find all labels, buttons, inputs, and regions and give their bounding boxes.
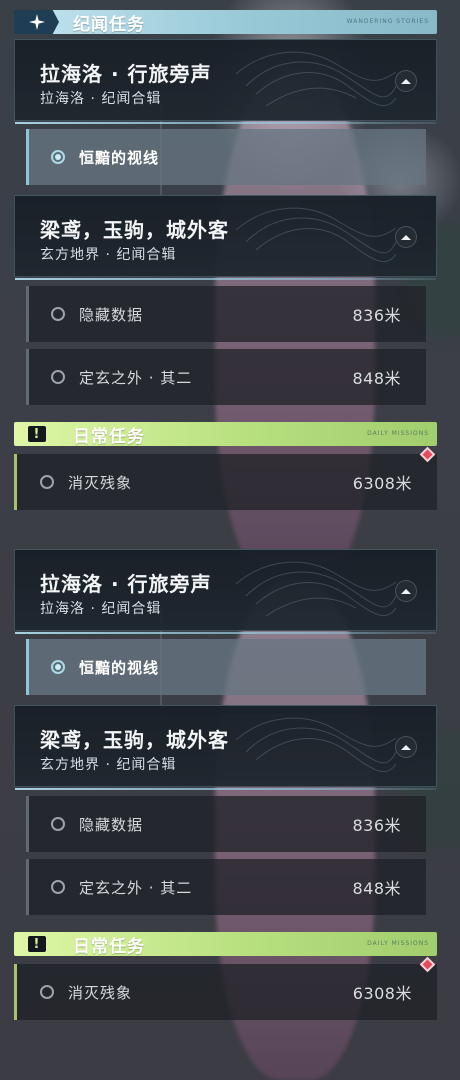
distance-text: 836米: [352, 816, 401, 835]
section-deco-text: WANDERING STORIES: [346, 18, 429, 25]
section-title: 纪闻任务: [73, 14, 145, 35]
daily-quest-item[interactable]: 消灭残象 6308米: [14, 956, 437, 1020]
distance-text: 836米: [352, 306, 401, 325]
quest-card-laihailuo[interactable]: 拉海洛 · 行旅旁声 拉海洛 · 纪闻合辑: [14, 549, 437, 634]
daily-quest-item[interactable]: 消灭残象 6308米: [14, 446, 437, 510]
radio-icon[interactable]: [51, 880, 65, 894]
quest-step-label: 消灭残象: [68, 473, 133, 492]
daily-section-header[interactable]: ! 日常任务 DAILY MISSIONS: [14, 422, 437, 447]
quest-step-item[interactable]: 隐藏数据 836米: [26, 286, 426, 342]
quest-subtitle: 玄方地界 · 纪闻合辑: [40, 247, 177, 263]
diamond-icon: [419, 446, 436, 463]
quest-card-liangyuan[interactable]: 梁鸢，玉驹，城外客 玄方地界 · 纪闻合辑: [14, 705, 437, 790]
topo-pattern: [236, 561, 396, 617]
radio-icon[interactable]: [51, 307, 65, 321]
quest-step-item[interactable]: 定玄之外 · 其二 848米: [26, 349, 426, 405]
quest-title: 拉海洛 · 行旅旁声: [40, 572, 212, 596]
chevron-up-icon[interactable]: [395, 226, 417, 248]
section-deco-text: DAILY MISSIONS: [367, 430, 429, 437]
quest-step-label: 定玄之外 · 其二: [79, 368, 193, 387]
quest-card-liangyuan[interactable]: 梁鸢，玉驹，城外客 玄方地界 · 纪闻合辑: [14, 195, 437, 280]
radio-icon[interactable]: [51, 370, 65, 384]
exclamation-icon: !: [14, 932, 59, 956]
topo-pattern: [236, 717, 396, 773]
sparkle-icon: [14, 10, 59, 34]
topo-pattern: [236, 51, 396, 107]
chevron-up-icon[interactable]: [395, 580, 417, 602]
distance-text: 848米: [352, 369, 401, 388]
quest-step-label: 隐藏数据: [79, 815, 144, 834]
quest-step-item[interactable]: 恒黯的视线: [26, 639, 426, 695]
quest-step-label: 恒黯的视线: [79, 148, 160, 167]
quest-title: 梁鸢，玉驹，城外客: [40, 218, 229, 242]
radio-icon[interactable]: [51, 817, 65, 831]
chevron-up-icon[interactable]: [395, 70, 417, 92]
quest-step-item[interactable]: 恒黯的视线: [26, 129, 426, 185]
distance-text: 848米: [352, 879, 401, 898]
section-deco-text: DAILY MISSIONS: [367, 940, 429, 947]
quest-step-label: 隐藏数据: [79, 305, 144, 324]
diamond-icon: [419, 956, 436, 973]
radio-selected-icon[interactable]: [51, 150, 65, 164]
daily-section-header[interactable]: ! 日常任务 DAILY MISSIONS: [14, 932, 437, 957]
quest-step-item[interactable]: 隐藏数据 836米: [26, 796, 426, 852]
radio-selected-icon[interactable]: [51, 660, 65, 674]
quest-panel-top: 纪闻任务 WANDERING STORIES 拉海洛 · 行旅旁声 拉海洛 · …: [0, 0, 460, 540]
section-title: 日常任务: [73, 426, 145, 447]
exclamation-icon: !: [14, 422, 59, 446]
quest-panel-bottom: 拉海洛 · 行旅旁声 拉海洛 · 纪闻合辑 恒黯的视线 梁鸢，玉驹，城外客 玄方…: [0, 510, 460, 1080]
distance-text: 6308米: [352, 984, 412, 1003]
quest-subtitle: 拉海洛 · 纪闻合辑: [40, 91, 162, 107]
quest-subtitle: 玄方地界 · 纪闻合辑: [40, 757, 177, 773]
quest-step-label: 恒黯的视线: [79, 658, 160, 677]
radio-icon[interactable]: [40, 475, 54, 489]
radio-icon[interactable]: [40, 985, 54, 999]
quest-card-laihailuo[interactable]: 拉海洛 · 行旅旁声 拉海洛 · 纪闻合辑: [14, 39, 437, 124]
quest-title: 拉海洛 · 行旅旁声: [40, 62, 212, 86]
distance-text: 6308米: [352, 474, 412, 493]
story-section-header[interactable]: 纪闻任务 WANDERING STORIES: [14, 10, 437, 35]
section-title: 日常任务: [73, 936, 145, 957]
topo-pattern: [236, 207, 396, 263]
quest-step-label: 定玄之外 · 其二: [79, 878, 193, 897]
quest-step-label: 消灭残象: [68, 983, 133, 1002]
chevron-up-icon[interactable]: [395, 736, 417, 758]
quest-title: 梁鸢，玉驹，城外客: [40, 728, 229, 752]
quest-step-item[interactable]: 定玄之外 · 其二 848米: [26, 859, 426, 915]
quest-subtitle: 拉海洛 · 纪闻合辑: [40, 601, 162, 617]
